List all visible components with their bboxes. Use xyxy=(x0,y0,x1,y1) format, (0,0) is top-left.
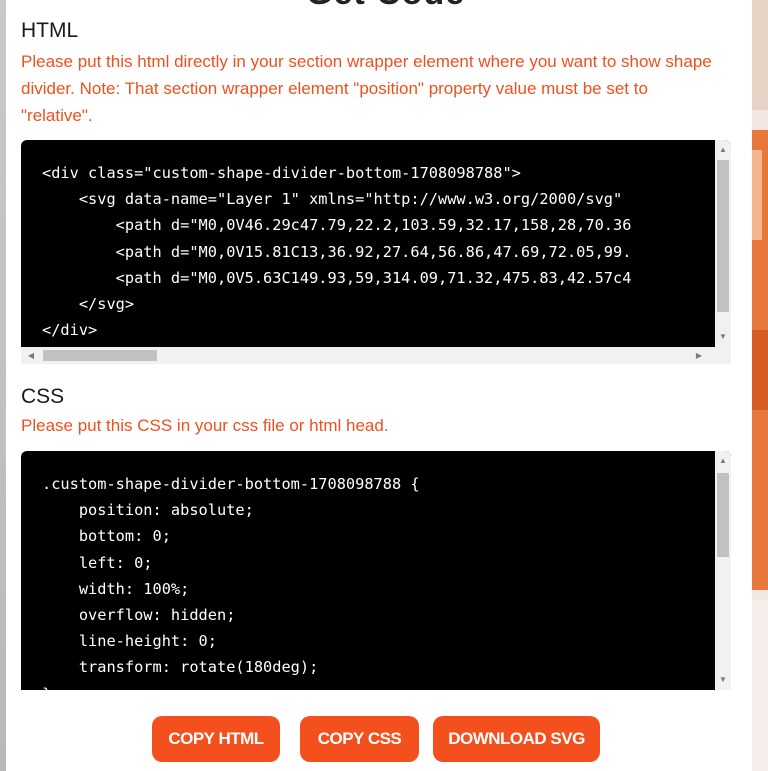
get-code-modal: Get Code HTML Please put this html direc… xyxy=(6,0,752,771)
copy-html-button[interactable]: COPY HTML xyxy=(152,716,280,762)
html-code-box[interactable]: <div class="custom-shape-divider-bottom-… xyxy=(21,140,731,347)
css-vertical-scrollbar[interactable]: ▲ ▼ xyxy=(715,451,731,690)
code-line: position: absolute; xyxy=(42,501,254,520)
code-line: line-height: 0; xyxy=(42,632,217,651)
code-line: transform: rotate(180deg); xyxy=(42,658,319,677)
copy-css-button[interactable]: COPY CSS xyxy=(300,716,419,762)
css-code-area[interactable]: .custom-shape-divider-bottom-1708098788 … xyxy=(21,451,715,690)
html-vertical-scrollbar[interactable]: ▲ ▼ xyxy=(715,140,731,347)
html-note: Please put this html directly in your se… xyxy=(21,52,712,125)
css-code-box[interactable]: .custom-shape-divider-bottom-1708098788 … xyxy=(21,451,731,690)
code-line: width: 100%; xyxy=(42,579,190,598)
scroll-left-icon[interactable]: ◀ xyxy=(23,347,39,364)
css-heading: CSS xyxy=(21,385,65,408)
modal-title: Get Code xyxy=(306,0,465,13)
html-horizontal-scrollbar[interactable]: ◀ ▶ xyxy=(21,347,731,364)
page-backdrop-right xyxy=(752,0,768,771)
code-line: <path d="M0,0V5.63C149.93,59,314.09,71.3… xyxy=(42,268,632,287)
code-line: <div class="custom-shape-divider-bottom-… xyxy=(42,164,521,182)
scroll-thumb[interactable] xyxy=(43,350,157,361)
code-line: left: 0; xyxy=(42,553,153,572)
code-line: } xyxy=(42,681,715,691)
code-line: .custom-shape-divider-bottom-1708098788 … xyxy=(42,475,420,493)
scroll-down-icon[interactable]: ▼ xyxy=(715,329,731,345)
scroll-up-icon[interactable]: ▲ xyxy=(715,453,731,469)
css-note: Please put this CSS in your css file or … xyxy=(21,416,389,435)
code-line: </div> xyxy=(42,321,98,340)
code-line: bottom: 0; xyxy=(42,527,171,546)
scroll-thumb[interactable] xyxy=(717,160,729,312)
download-svg-button[interactable]: DOWNLOAD SVG xyxy=(433,716,600,762)
code-line: <path d="M0,0V46.29c47.79,22.2,103.59,32… xyxy=(42,216,632,235)
html-code-area[interactable]: <div class="custom-shape-divider-bottom-… xyxy=(21,140,715,343)
code-line: </svg> xyxy=(42,294,135,313)
html-heading: HTML xyxy=(21,19,79,42)
scroll-thumb[interactable] xyxy=(717,473,729,557)
code-line: <path d="M0,0V15.81C13,36.92,27.64,56.86… xyxy=(42,242,632,261)
code-line: <svg data-name="Layer 1" xmlns="http://w… xyxy=(42,190,632,209)
scroll-right-icon[interactable]: ▶ xyxy=(691,347,707,364)
scroll-down-icon[interactable]: ▼ xyxy=(715,672,731,688)
code-line: overflow: hidden; xyxy=(42,605,236,624)
scroll-up-icon[interactable]: ▲ xyxy=(715,142,731,158)
